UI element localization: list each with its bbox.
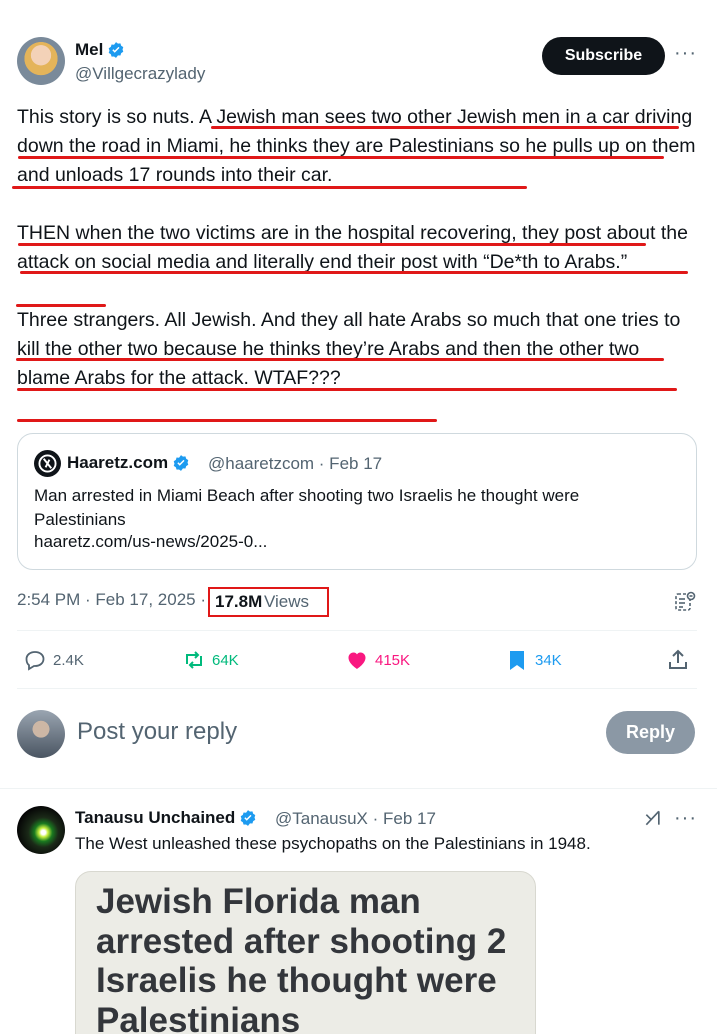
share-icon[interactable] <box>666 648 690 672</box>
quoted-post-text: Man arrested in Miami Beach after shooti… <box>34 486 580 529</box>
current-user-avatar[interactable] <box>17 710 65 758</box>
reply-author-avatar[interactable] <box>17 806 65 854</box>
annotation-underline <box>17 419 437 422</box>
annotation-underline <box>20 271 688 274</box>
annotation-underline <box>18 156 664 159</box>
like-action[interactable]: 415K <box>345 648 410 672</box>
reply-author-row[interactable]: Tanausu Unchained <box>75 808 257 828</box>
author-handle[interactable]: @Villgecrazylady <box>75 64 205 84</box>
annotation-underline <box>16 304 106 307</box>
quoted-post-card[interactable]: Haaretz.com @haaretzcom · Feb 17 Man arr… <box>17 433 697 570</box>
heart-icon <box>348 652 366 669</box>
annotation-underline <box>16 358 664 361</box>
reply-icon <box>25 651 45 671</box>
bookmark-action[interactable]: 34K <box>505 648 562 672</box>
reply-handle-date: @TanausuX · Feb 17 <box>275 809 436 828</box>
reply-post-text: The West unleashed these psychopaths on … <box>75 834 591 853</box>
post-paragraph: This story is so nuts. A Jewish man sees… <box>17 106 696 186</box>
reply-action[interactable]: 2.4K <box>23 648 84 672</box>
divider <box>17 688 697 689</box>
repost-icon <box>186 651 202 669</box>
annotation-underline <box>18 243 646 246</box>
views-count[interactable]: 17.8M <box>215 592 262 612</box>
verified-badge-icon <box>173 455 189 471</box>
post-analytics-icon[interactable] <box>673 590 697 614</box>
more-options-icon[interactable]: ··· <box>674 807 697 830</box>
verified-badge-icon <box>109 42 124 58</box>
repost-action[interactable]: 64K <box>182 648 239 672</box>
reply-author-name[interactable]: Tanausu Unchained <box>75 808 235 828</box>
post-paragraph: THEN when the two victims are in the hos… <box>17 222 688 273</box>
haaretz-logo-icon <box>34 450 61 477</box>
divider <box>0 788 717 789</box>
post-timestamp[interactable]: 2:54 PM · Feb 17, 2025 · <box>17 590 206 610</box>
annotation-underline <box>17 388 677 391</box>
quoted-post-link[interactable]: haaretz.com/us-news/2025-0... <box>34 532 267 552</box>
quoted-author-row[interactable]: Haaretz.com <box>67 453 190 473</box>
author-name-row[interactable]: Mel <box>75 40 125 60</box>
like-count: 415K <box>375 651 411 669</box>
annotation-underline <box>12 186 527 189</box>
image-headline: Jewish Florida man arrested after shooti… <box>96 882 507 1034</box>
reply-button[interactable]: Reply <box>606 711 695 754</box>
bookmark-icon <box>510 651 524 670</box>
author-name[interactable]: Mel <box>75 40 103 60</box>
bookmark-count: 34K <box>535 651 562 669</box>
subscribe-button[interactable]: Subscribe <box>542 37 665 75</box>
annotation-underline <box>211 126 679 129</box>
verified-badge-icon <box>240 810 256 826</box>
more-options-icon[interactable]: ··· <box>674 42 697 65</box>
post-body: This story is so nuts. A Jewish man sees… <box>17 103 697 422</box>
reply-attached-image[interactable]: Jewish Florida man arrested after shooti… <box>75 871 536 1034</box>
post-paragraph: Three strangers. All Jewish. And they al… <box>17 309 681 389</box>
grok-icon[interactable] <box>643 808 663 828</box>
views-label: Views <box>264 592 310 611</box>
author-avatar[interactable] <box>17 37 65 85</box>
reply-count: 2.4K <box>53 651 84 669</box>
quoted-handle-date: @haaretzcom · Feb 17 <box>208 454 383 473</box>
quoted-author-name[interactable]: Haaretz.com <box>67 453 168 473</box>
divider <box>17 630 697 631</box>
reply-input[interactable]: Post your reply <box>77 718 237 746</box>
repost-count: 64K <box>212 651 239 669</box>
